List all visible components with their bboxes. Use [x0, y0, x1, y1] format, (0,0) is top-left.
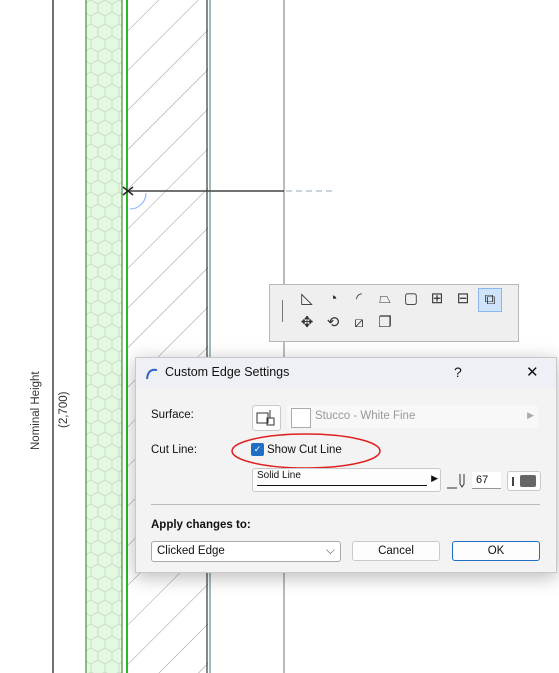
- subtract-from-polygon-icon[interactable]: ⊟: [452, 288, 474, 310]
- ok-button[interactable]: OK: [452, 541, 540, 561]
- palette-handle[interactable]: [282, 300, 283, 322]
- chamfer-corner-icon[interactable]: ⏢: [374, 288, 396, 310]
- add-vertex-icon[interactable]: ◺: [296, 288, 318, 310]
- pen-color-button[interactable]: [507, 471, 541, 491]
- curve-vertex-icon[interactable]: ◜: [348, 288, 370, 310]
- title-bar[interactable]: Custom Edge Settings ? ✕: [136, 358, 556, 388]
- cancel-button[interactable]: Cancel: [352, 541, 440, 561]
- pen-color-swatch: [520, 475, 536, 487]
- move-node-icon[interactable]: ✥: [296, 312, 318, 334]
- line-type-select[interactable]: Solid Line ▶: [252, 468, 441, 492]
- chevron-down-icon: ⌵: [325, 543, 335, 557]
- pen-icon: [447, 474, 465, 489]
- pen-number-input[interactable]: 67: [472, 472, 501, 489]
- paint-surface-icon: [256, 410, 274, 426]
- divider: [151, 504, 540, 505]
- help-button[interactable]: ?: [454, 364, 462, 380]
- arc-vertex-icon[interactable]: ◔: [322, 288, 344, 310]
- surface-select[interactable]: Stucco - White Fine ▶: [287, 405, 538, 428]
- close-button[interactable]: ✕: [526, 363, 539, 381]
- surface-label: Surface:: [151, 409, 194, 421]
- surface-value: Stucco - White Fine: [315, 410, 416, 422]
- surface-swatch: [291, 408, 311, 428]
- show-cut-line-checkbox[interactable]: ✓: [251, 443, 264, 456]
- edit-palette: ◺ ◔ ◜ ⏢ ▢ ⊞ ⊟ ⧉ ✥ ⟲ ⧄ ❐: [269, 284, 519, 342]
- dimension-value: (2,700): [58, 391, 70, 428]
- chevron-right-icon: ▶: [527, 410, 534, 420]
- cut-line-label: Cut Line:: [151, 444, 198, 456]
- custom-edge-settings-icon[interactable]: ⧉: [478, 288, 502, 312]
- custom-edge-icon: [146, 368, 158, 380]
- add-to-polygon-icon[interactable]: ⊞: [426, 288, 448, 310]
- split-icon[interactable]: ⧄: [348, 312, 370, 334]
- chevron-right-icon: ▶: [431, 473, 438, 483]
- fillet-corner-icon[interactable]: ▢: [400, 288, 422, 310]
- surface-picker-button[interactable]: [252, 405, 281, 431]
- apply-changes-value: Clicked Edge: [157, 545, 225, 557]
- apply-changes-label: Apply changes to:: [151, 519, 251, 531]
- show-cut-line-label[interactable]: Show Cut Line: [267, 444, 342, 456]
- line-type-value: Solid Line: [257, 470, 301, 481]
- dimension-label: Nominal Height: [30, 371, 42, 450]
- rotate-icon[interactable]: ⟲: [322, 312, 344, 334]
- apply-changes-select[interactable]: Clicked Edge ⌵: [151, 541, 341, 562]
- dialog-title: Custom Edge Settings: [165, 365, 290, 379]
- offset-all-edges-icon[interactable]: ❐: [374, 312, 396, 334]
- custom-edge-settings-dialog: Custom Edge Settings ? ✕ Surface: Stucco…: [135, 357, 557, 573]
